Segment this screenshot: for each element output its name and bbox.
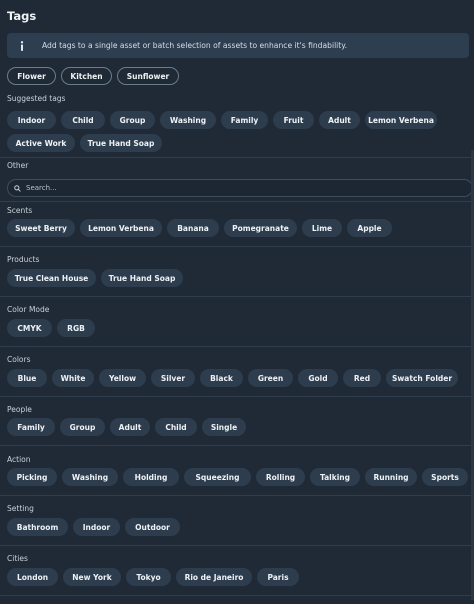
divider	[0, 396, 474, 397]
tag-chip[interactable]: CMYK	[7, 319, 52, 337]
suggested-tag[interactable]: Active Work	[7, 134, 75, 152]
divider	[0, 595, 474, 596]
category-tags-colors: Blue White Yellow Silver Black Green Gol…	[7, 369, 463, 387]
tag-chip[interactable]: Family	[7, 418, 55, 436]
suggested-tag[interactable]: Adult	[319, 111, 360, 129]
tag-chip[interactable]: Red	[343, 369, 381, 387]
category-tags-people: Family Group Adult Child Single	[7, 418, 251, 436]
category-label-color-mode: Color Mode	[7, 305, 50, 314]
suggested-tag[interactable]: Lemon Verbena	[365, 111, 437, 129]
tag-chip[interactable]: Group	[60, 418, 105, 436]
tag-chip[interactable]: RGB	[57, 319, 95, 337]
tag-chip[interactable]: Child	[155, 418, 197, 436]
suggested-tag[interactable]: Fruit	[273, 111, 314, 129]
divider	[0, 545, 474, 546]
divider	[0, 346, 474, 347]
category-tags-products: True Clean House True Hand Soap	[7, 269, 188, 287]
panel-header: Tags	[0, 0, 474, 32]
tag-chip[interactable]: Running	[365, 468, 417, 486]
tag-chip[interactable]: Lime	[302, 219, 342, 237]
tag-chip[interactable]: Holding	[123, 468, 179, 486]
tag-chip[interactable]: Rolling	[256, 468, 305, 486]
suggested-tag[interactable]: Group	[110, 111, 155, 129]
tag-chip[interactable]: Green	[248, 369, 293, 387]
tag-chip[interactable]: Washing	[62, 468, 118, 486]
tag-chip[interactable]: Indoor	[73, 518, 120, 536]
tag-chip[interactable]: Adult	[110, 418, 150, 436]
category-label-products: Products	[7, 255, 40, 264]
search-input[interactable]	[26, 184, 446, 192]
selected-tag[interactable]: Sunflower	[117, 67, 179, 85]
suggested-tags-row: Indoor Child Group Washing Family Fruit …	[7, 111, 442, 129]
category-tags-cities: London New York Tokyo Rio de Janeiro Par…	[7, 568, 304, 586]
tag-chip[interactable]: Banana	[167, 219, 219, 237]
info-icon	[18, 40, 26, 51]
tag-chip[interactable]: Silver	[151, 369, 195, 387]
tag-chip[interactable]: Lemon Verbena	[80, 219, 162, 237]
tag-chip[interactable]: London	[7, 568, 58, 586]
suggested-tag[interactable]: Child	[61, 111, 105, 129]
tag-chip[interactable]: Single	[202, 418, 246, 436]
tag-chip[interactable]: Tokyo	[126, 568, 171, 586]
suggested-tags-row: Active Work True Hand Soap	[7, 134, 167, 152]
category-label-action: Action	[7, 455, 31, 464]
tag-chip[interactable]: True Clean House	[7, 269, 96, 287]
tag-chip[interactable]: Talking	[310, 468, 360, 486]
tag-chip[interactable]: Yellow	[99, 369, 146, 387]
tag-chip[interactable]: White	[52, 369, 94, 387]
category-tags-scents: Sweet Berry Lemon Verbena Banana Pomegra…	[7, 219, 397, 237]
selected-tag[interactable]: Flower	[7, 67, 56, 85]
divider	[0, 157, 474, 158]
divider	[0, 246, 474, 247]
tag-chip[interactable]: Outdoor	[125, 518, 180, 536]
category-tags-action: Picking Washing Holding Squeezing Rollin…	[7, 468, 473, 486]
suggested-tags-label: Suggested tags	[7, 94, 66, 103]
tag-chip[interactable]: Paris	[257, 568, 299, 586]
tag-chip[interactable]: Pomegranate	[224, 219, 297, 237]
search-field[interactable]	[7, 179, 473, 197]
tag-chip[interactable]: Bathroom	[7, 518, 68, 536]
category-label-colors: Colors	[7, 355, 31, 364]
tag-chip[interactable]: Picking	[7, 468, 57, 486]
suggested-tag[interactable]: Indoor	[7, 111, 56, 129]
category-label-scents: Scents	[7, 206, 33, 215]
suggested-tag[interactable]: Family	[221, 111, 268, 129]
panel-title: Tags	[7, 9, 37, 23]
tag-chip[interactable]: Swatch Folder	[386, 369, 458, 387]
divider	[0, 445, 474, 446]
divider	[0, 495, 474, 496]
tag-chip[interactable]: Sweet Berry	[7, 219, 75, 237]
other-label: Other	[7, 161, 29, 170]
suggested-tag[interactable]: Washing	[160, 111, 216, 129]
info-text: Add tags to a single asset or batch sele…	[42, 41, 348, 50]
divider	[0, 296, 474, 297]
tag-chip[interactable]: Sports	[422, 468, 468, 486]
category-tags-setting: Bathroom Indoor Outdoor	[7, 518, 185, 536]
tag-chip[interactable]: Apple	[347, 219, 392, 237]
category-label-setting: Setting	[7, 504, 34, 513]
info-banner: Add tags to a single asset or batch sele…	[7, 33, 469, 58]
tag-chip[interactable]: New York	[63, 568, 121, 586]
tag-chip[interactable]: Rio de Janeiro	[176, 568, 252, 586]
category-tags-color-mode: CMYK RGB	[7, 319, 100, 337]
tag-chip[interactable]: Black	[200, 369, 243, 387]
selected-tags: Flower Kitchen Sunflower	[7, 67, 184, 85]
tag-chip[interactable]: Blue	[7, 369, 47, 387]
suggested-tag[interactable]: True Hand Soap	[80, 134, 162, 152]
selected-tag[interactable]: Kitchen	[61, 67, 112, 85]
tag-chip[interactable]: Gold	[298, 369, 338, 387]
tag-chip[interactable]: Squeezing	[184, 468, 251, 486]
category-label-people: People	[7, 405, 32, 414]
category-label-cities: Cities	[7, 554, 28, 563]
tag-chip[interactable]: True Hand Soap	[101, 269, 183, 287]
divider	[0, 201, 474, 202]
search-icon	[14, 184, 21, 192]
